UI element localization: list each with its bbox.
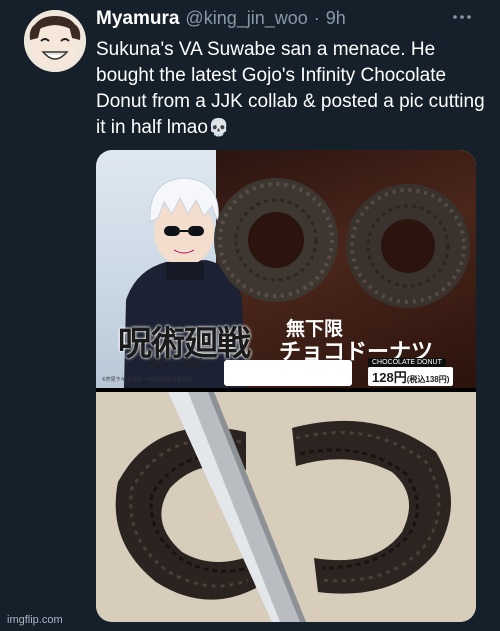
user-handle[interactable]: @king_jin_woo (185, 8, 307, 29)
cut-donut-illustration (96, 392, 476, 622)
skull-emoji-icon: 💀 (207, 118, 230, 137)
product-name-en: CHOCOLATE DONUT (368, 358, 446, 367)
tweet-media[interactable]: 呪術廻戦 懐玉・玉折 ©芥見下々/集英社・呪術廻戦製作委員会 無下限 チョコドー… (96, 150, 476, 622)
price-main: 128円 (372, 370, 407, 385)
price-tag: 128円(税込138円) (368, 367, 454, 386)
tweet-body: Sukuna's VA Suwabe san a menace. He boug… (96, 39, 485, 138)
donut-right-icon (346, 184, 470, 308)
cut-donut-photo[interactable] (96, 392, 476, 622)
imgflip-watermark: imgflip.com (7, 614, 63, 626)
avatar-face-illustration (24, 10, 86, 72)
tweet-text: Sukuna's VA Suwabe san a menace. He boug… (96, 37, 486, 141)
tweet[interactable]: Myamura @king_jin_woo · 9h Sukuna's VA S… (0, 0, 500, 631)
more-horizontal-icon[interactable] (450, 10, 474, 24)
display-name[interactable]: Myamura (96, 8, 179, 30)
avatar[interactable] (24, 10, 86, 72)
tweet-header: Myamura @king_jin_woo · 9h (96, 8, 346, 34)
header-separator: · (313, 8, 320, 28)
product-photo[interactable]: 呪術廻戦 懐玉・玉折 ©芥見下々/集英社・呪術廻戦製作委員会 無下限 チョコドー… (96, 150, 476, 388)
tweet-timestamp[interactable]: 9h (326, 8, 346, 29)
price-tax: (税込138円) (406, 375, 450, 384)
series-subtitle: 懐玉・玉折 (148, 357, 203, 370)
donut-left-icon (214, 178, 338, 302)
